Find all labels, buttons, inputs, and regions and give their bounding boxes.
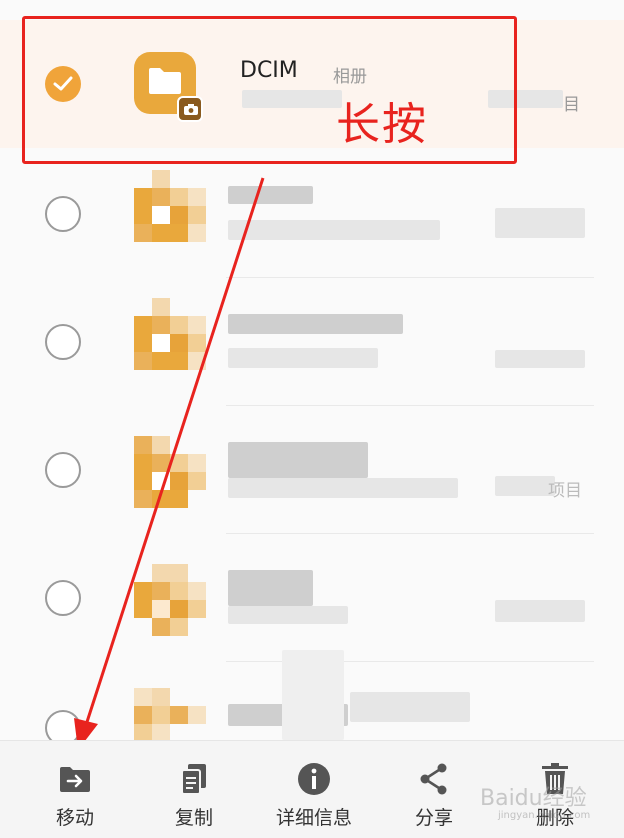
share-icon [420,763,447,795]
list-item[interactable]: 项目 [0,406,624,534]
folder-meta-suffix: 目 [563,95,580,115]
blurred-meta [228,348,378,368]
blurred-name [228,186,313,204]
checkbox-unchecked[interactable] [45,196,81,232]
blurred-count [495,350,585,368]
move-folder-icon [60,767,90,792]
blurred-count [350,692,470,722]
copy-button[interactable]: 复制 [139,741,249,838]
long-press-annotation: 长按 [336,99,428,150]
folder-meta-suffix: 项目 [548,481,582,501]
checkbox-unchecked[interactable] [45,452,81,488]
long-press-highlight-box [22,16,517,164]
blurred-overlay [282,650,344,740]
share-label: 分享 [414,807,453,829]
blurred-meta [228,606,348,624]
blurred-count [495,600,585,622]
checkbox-unchecked[interactable] [45,580,81,616]
list-item[interactable] [0,534,624,662]
blurred-count [495,476,555,496]
watermark-url: jingyan.baidu.com [498,810,591,821]
details-label: 详细信息 [275,807,352,829]
blurred-meta [228,478,458,498]
move-button[interactable]: 移动 [20,741,130,838]
checkbox-unchecked[interactable] [45,324,81,360]
blurred-name [228,570,313,606]
share-button[interactable]: 分享 [379,741,489,838]
watermark: Baidu经验 [480,786,587,811]
blurred-name [228,442,368,478]
blurred-meta [228,220,440,240]
details-button[interactable]: 详细信息 [259,741,369,838]
blurred-count [495,208,585,238]
info-icon [298,763,330,795]
list-item[interactable] [0,278,624,406]
blurred-name [228,314,403,334]
list-item[interactable] [0,150,624,278]
move-label: 移动 [55,807,94,829]
copy-label: 复制 [174,807,213,829]
copy-icon [181,764,206,795]
